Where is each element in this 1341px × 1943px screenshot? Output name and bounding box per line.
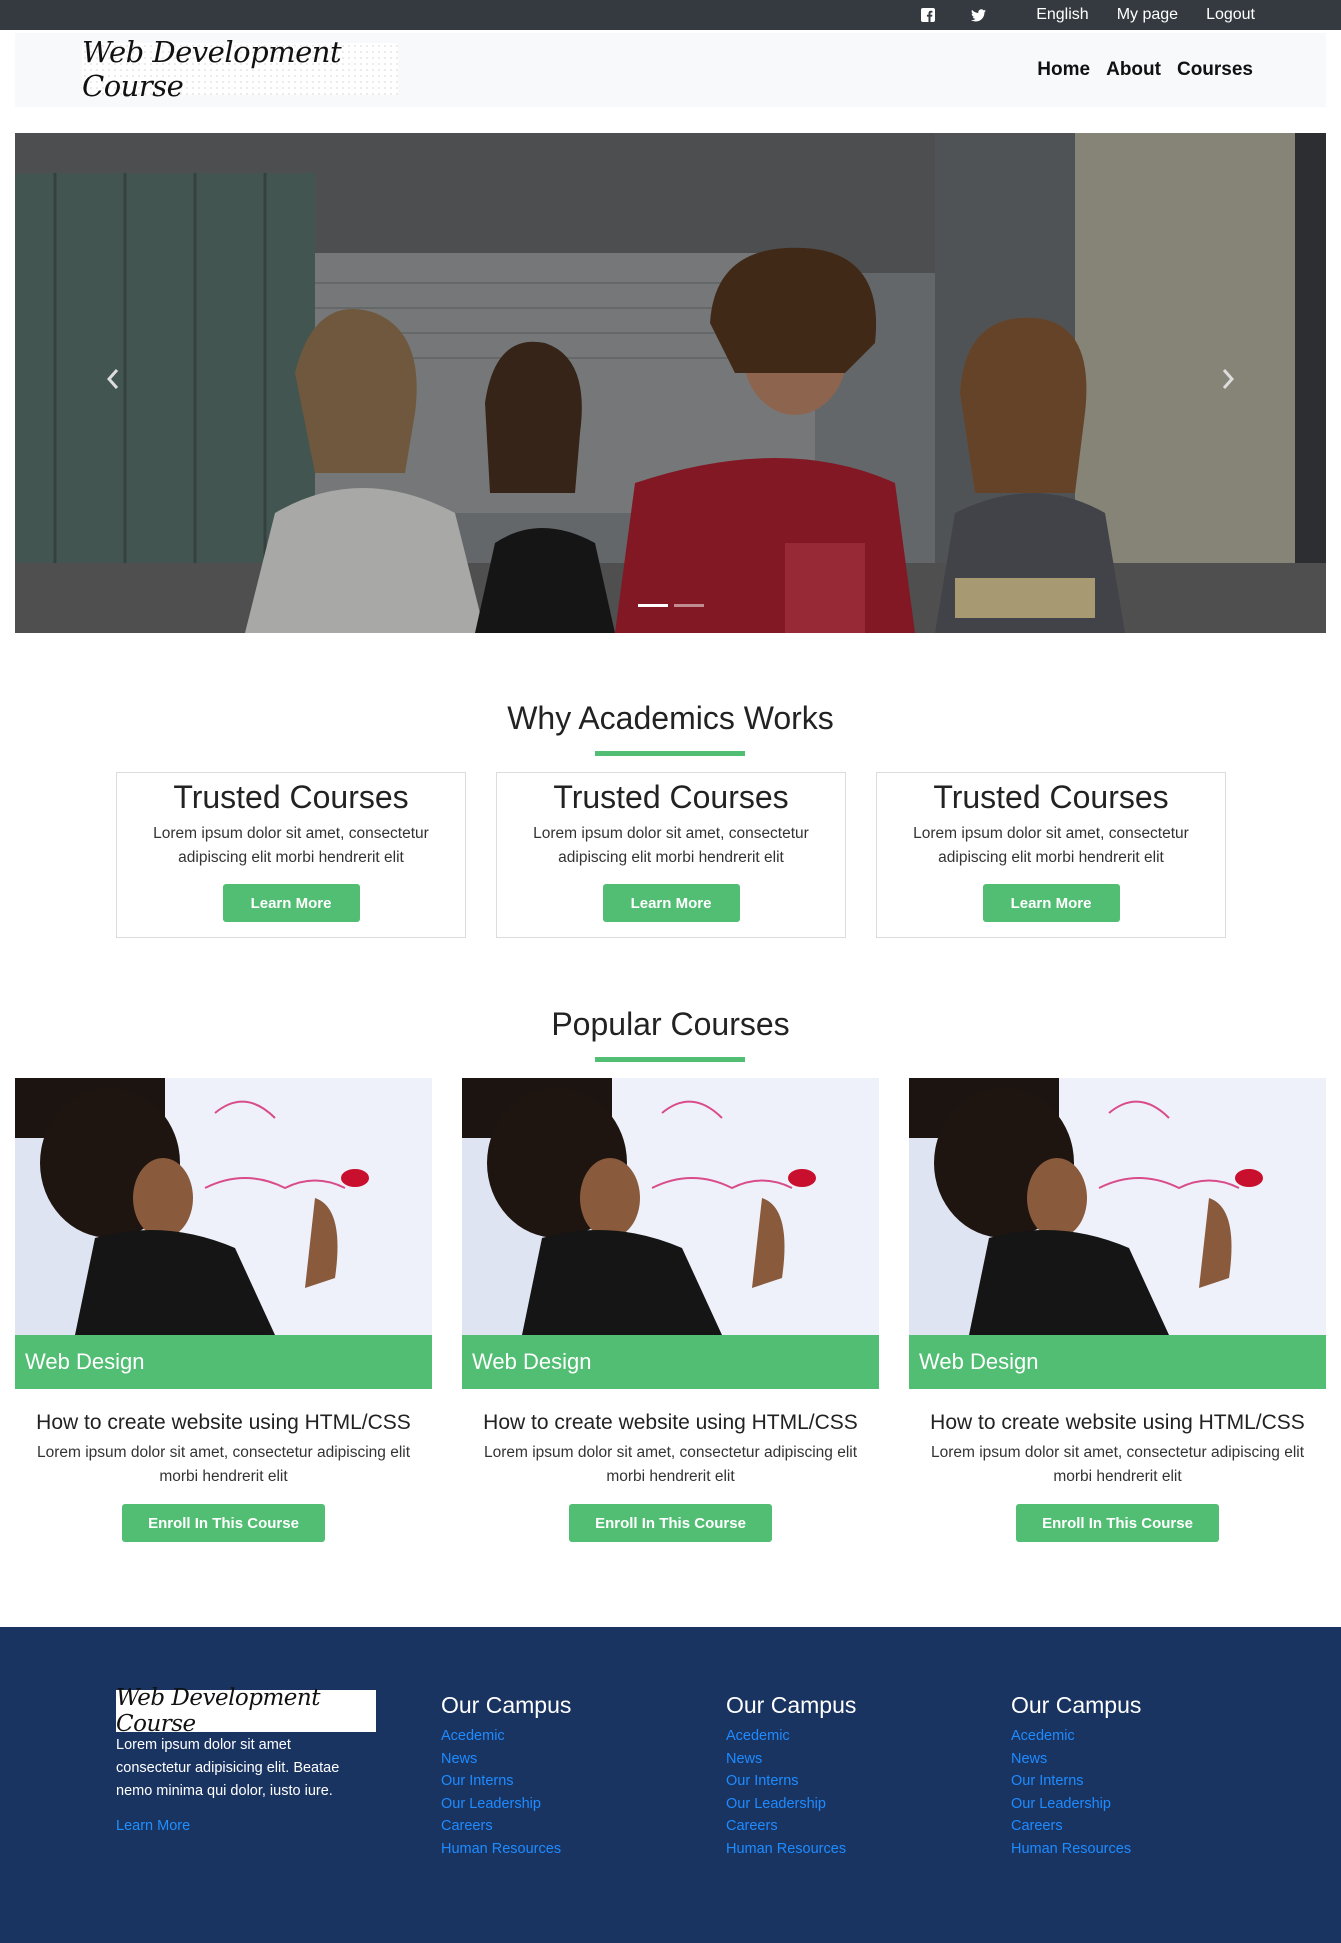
footer-column-title: Our Campus — [441, 1692, 572, 1718]
carousel-next-button[interactable] — [1208, 359, 1248, 399]
course-title: How to create website using HTML/CSS — [930, 1411, 1305, 1434]
nav-courses[interactable]: Courses — [1177, 59, 1253, 81]
why-card: Trusted Courses Lorem ipsum dolor sit am… — [116, 772, 466, 938]
why-card: Trusted Courses Lorem ipsum dolor sit am… — [876, 772, 1226, 938]
course-category: Web Design — [909, 1335, 1326, 1389]
top-bar: English My page Logout — [0, 0, 1341, 30]
course-card: Web Design How to create website using H… — [909, 1078, 1326, 1542]
hero-carousel — [15, 133, 1326, 633]
footer-link-acedemic[interactable]: Acedemic — [726, 1725, 856, 1748]
chevron-right-icon — [1222, 369, 1235, 389]
footer-column-title: Our Campus — [726, 1692, 857, 1718]
footer-column: Our Campus Acedemic News Our Interns Our… — [441, 1692, 571, 1861]
footer: Web Development Course Lorem ipsum dolor… — [0, 1627, 1341, 1943]
main-nav: Home About Courses — [1021, 33, 1253, 107]
chevron-left-icon — [106, 369, 119, 389]
course-category: Web Design — [15, 1335, 432, 1389]
why-card-title: Trusted Courses — [553, 779, 789, 815]
footer-learn-more-link[interactable]: Learn More — [116, 1818, 190, 1834]
footer-link-acedemic[interactable]: Acedemic — [1011, 1725, 1141, 1748]
why-card-title: Trusted Courses — [173, 779, 409, 815]
language-link[interactable]: English — [1036, 0, 1088, 30]
why-title-underline — [595, 751, 745, 756]
enroll-button[interactable]: Enroll In This Course — [1016, 1504, 1219, 1542]
footer-column: Our Campus Acedemic News Our Interns Our… — [726, 1692, 856, 1861]
why-card: Trusted Courses Lorem ipsum dolor sit am… — [496, 772, 846, 938]
my-page-link[interactable]: My page — [1117, 0, 1178, 30]
footer-link-hr[interactable]: Human Resources — [1011, 1838, 1141, 1861]
course-description: Lorem ipsum dolor sit amet, consectetur … — [36, 1444, 411, 1485]
popular-title-underline — [595, 1057, 745, 1062]
footer-link-leadership[interactable]: Our Leadership — [441, 1793, 571, 1816]
why-card-text: Lorem ipsum dolor sit amet, consectetur … — [533, 825, 809, 866]
brand-logo[interactable]: Web Development Course — [82, 35, 398, 103]
footer-link-leadership[interactable]: Our Leadership — [1011, 1793, 1141, 1816]
footer-link-careers[interactable]: Careers — [441, 1815, 571, 1838]
enroll-button[interactable]: Enroll In This Course — [122, 1504, 325, 1542]
brand-text: Web Development Course — [82, 35, 342, 103]
hero-overlay — [15, 133, 1326, 633]
why-card-text: Lorem ipsum dolor sit amet, consectetur … — [913, 825, 1189, 866]
footer-link-careers[interactable]: Careers — [1011, 1815, 1141, 1838]
footer-link-hr[interactable]: Human Resources — [726, 1838, 856, 1861]
footer-link-interns[interactable]: Our Interns — [1011, 1770, 1141, 1793]
footer-brand-text: Web Development Course — [116, 1685, 320, 1737]
footer-link-news[interactable]: News — [726, 1748, 856, 1771]
footer-column-title: Our Campus — [1011, 1692, 1142, 1718]
footer-description: Lorem ipsum dolor sit amet consectetur a… — [116, 1737, 340, 1799]
course-description: Lorem ipsum dolor sit amet, consectetur … — [483, 1444, 858, 1485]
facebook-icon[interactable] — [920, 8, 935, 23]
course-image[interactable] — [462, 1078, 879, 1335]
footer-link-hr[interactable]: Human Resources — [441, 1838, 571, 1861]
footer-link-news[interactable]: News — [441, 1748, 571, 1771]
nav-home[interactable]: Home — [1037, 59, 1090, 81]
course-image[interactable] — [909, 1078, 1326, 1335]
footer-link-careers[interactable]: Careers — [726, 1815, 856, 1838]
course-title: How to create website using HTML/CSS — [483, 1411, 858, 1434]
navbar: Web Development Course Home About Course… — [15, 33, 1326, 107]
why-card-title: Trusted Courses — [933, 779, 1169, 815]
footer-link-news[interactable]: News — [1011, 1748, 1141, 1771]
why-card-text: Lorem ipsum dolor sit amet, consectetur … — [153, 825, 429, 866]
learn-more-button[interactable]: Learn More — [982, 884, 1120, 922]
footer-column: Our Campus Acedemic News Our Interns Our… — [1011, 1692, 1141, 1861]
course-title: How to create website using HTML/CSS — [36, 1411, 411, 1434]
learn-more-button[interactable]: Learn More — [602, 884, 740, 922]
footer-logo[interactable]: Web Development Course — [116, 1685, 376, 1737]
course-card: Web Design How to create website using H… — [462, 1078, 879, 1542]
why-section-title: Why Academics Works — [507, 700, 834, 736]
nav-about[interactable]: About — [1106, 59, 1161, 81]
carousel-prev-button[interactable] — [93, 359, 133, 399]
popular-section-title: Popular Courses — [551, 1006, 790, 1042]
carousel-indicator-2[interactable] — [673, 604, 704, 607]
footer-link-leadership[interactable]: Our Leadership — [726, 1793, 856, 1816]
footer-link-acedemic[interactable]: Acedemic — [441, 1725, 571, 1748]
course-description: Lorem ipsum dolor sit amet, consectetur … — [930, 1444, 1305, 1485]
logout-link[interactable]: Logout — [1206, 0, 1255, 30]
twitter-icon[interactable] — [971, 8, 987, 23]
course-card: Web Design How to create website using H… — [15, 1078, 432, 1542]
enroll-button[interactable]: Enroll In This Course — [569, 1504, 772, 1542]
course-category: Web Design — [462, 1335, 879, 1389]
footer-link-interns[interactable]: Our Interns — [441, 1770, 571, 1793]
carousel-indicators — [15, 604, 1326, 607]
footer-link-interns[interactable]: Our Interns — [726, 1770, 856, 1793]
course-image[interactable] — [15, 1078, 432, 1335]
carousel-indicator-1[interactable] — [637, 604, 668, 607]
learn-more-button[interactable]: Learn More — [222, 884, 360, 922]
